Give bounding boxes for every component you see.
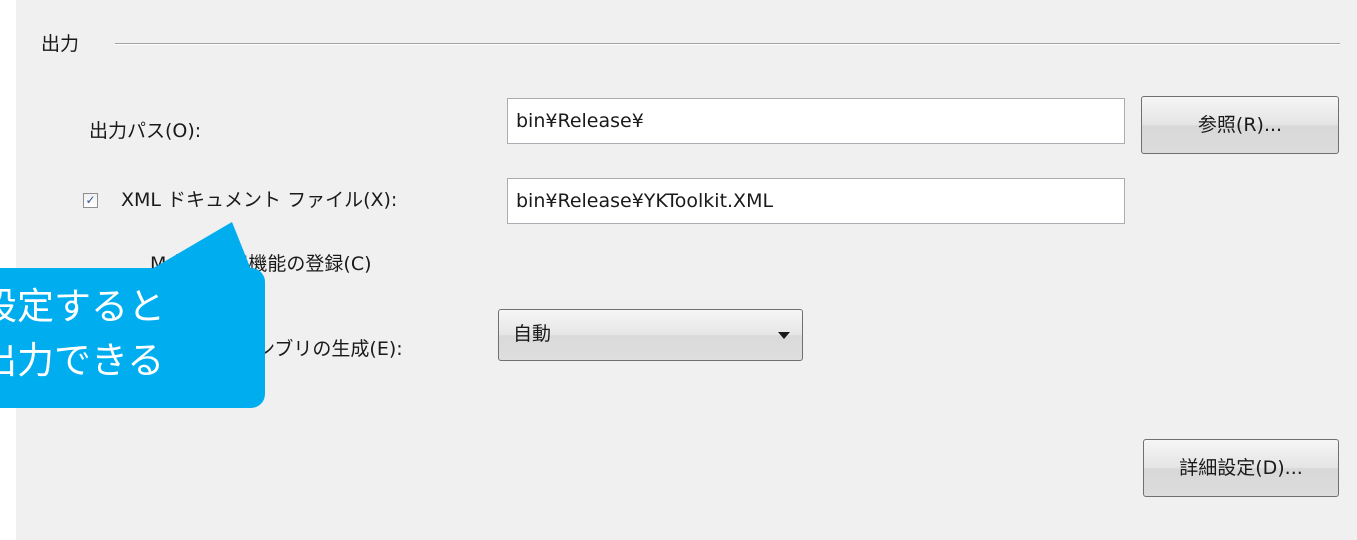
serialization-assembly-label: ンブリの生成(E): [256, 338, 403, 360]
section-header-output: 出力 [41, 33, 80, 55]
chevron-down-icon[interactable] [778, 332, 790, 339]
output-path-input[interactable]: bin¥Release¥ [507, 98, 1125, 144]
advanced-settings-button[interactable]: 詳細設定(D)... [1143, 439, 1339, 497]
output-path-label: 出力パス(O): [89, 120, 202, 142]
xml-doc-label: XML ドキュメント ファイル(X): [121, 189, 398, 211]
serialization-selected-value: 自動 [513, 323, 552, 345]
section-divider [115, 43, 1340, 45]
callout-text-line-2: 出力できる [0, 339, 165, 382]
callout-text-line-1: 設定すると [0, 285, 165, 328]
xml-doc-checkbox[interactable]: ✓ [83, 193, 98, 208]
browse-button[interactable]: 参照(R)... [1141, 96, 1339, 154]
xml-doc-path-input[interactable]: bin¥Release¥YKToolkit.XML [507, 178, 1125, 224]
serialization-assembly-select[interactable]: 自動 [498, 309, 803, 361]
callout-bubble: 設定すると 出力できる [0, 268, 265, 408]
